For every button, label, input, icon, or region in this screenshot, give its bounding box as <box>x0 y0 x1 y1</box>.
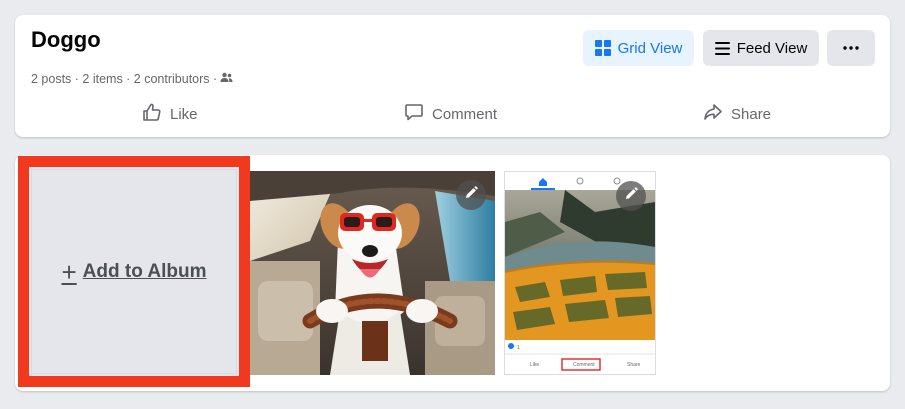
people-icon <box>220 72 233 86</box>
album-gallery: + Add to Album 1 Like Comment Share <box>15 155 890 391</box>
plus-icon: + <box>61 256 77 287</box>
album-meta-text: 2 posts · 2 items · 2 contributors · <box>31 72 218 86</box>
share-icon <box>703 102 723 126</box>
comment-icon <box>404 102 424 126</box>
list-icon <box>714 41 730 55</box>
comment-button[interactable]: Comment <box>404 99 497 129</box>
post-thumb-comment: Comment <box>573 362 595 368</box>
photo-post-screenshot[interactable]: 1 Like Comment Share <box>504 171 656 375</box>
share-label: Share <box>731 105 772 123</box>
edit-photo-button[interactable] <box>616 181 646 211</box>
thumbs-up-icon <box>142 102 162 126</box>
grid-view-button[interactable]: Grid View <box>583 30 694 66</box>
like-button[interactable]: Like <box>142 99 198 129</box>
pencil-icon <box>464 185 478 205</box>
post-thumb-reaction-count: 1 <box>517 345 520 351</box>
photo-dog-driving[interactable] <box>250 171 495 375</box>
add-to-album-button[interactable]: + Add to Album <box>31 169 237 374</box>
feed-view-button[interactable]: Feed View <box>703 30 819 66</box>
album-meta: 2 posts · 2 items · 2 contributors · <box>31 72 233 86</box>
feed-view-label: Feed View <box>736 39 808 57</box>
like-label: Like <box>170 105 198 123</box>
edit-photo-button[interactable] <box>456 180 486 210</box>
post-thumb-share: Share <box>627 362 641 368</box>
share-button[interactable]: Share <box>703 99 771 129</box>
more-options-button[interactable] <box>827 30 875 66</box>
comment-label: Comment <box>432 105 498 123</box>
add-to-album-label: Add to Album <box>82 260 207 282</box>
post-thumb-like: Like <box>530 362 539 368</box>
pencil-icon <box>624 186 638 206</box>
add-to-album-tile[interactable]: + Add to Album <box>18 156 250 387</box>
more-dots-icon <box>843 46 859 50</box>
album-title: Doggo <box>31 27 101 52</box>
album-header: Doggo 2 posts · 2 items · 2 contributors… <box>15 15 890 137</box>
grid-view-label: Grid View <box>617 39 683 57</box>
grid-icon <box>594 40 611 56</box>
